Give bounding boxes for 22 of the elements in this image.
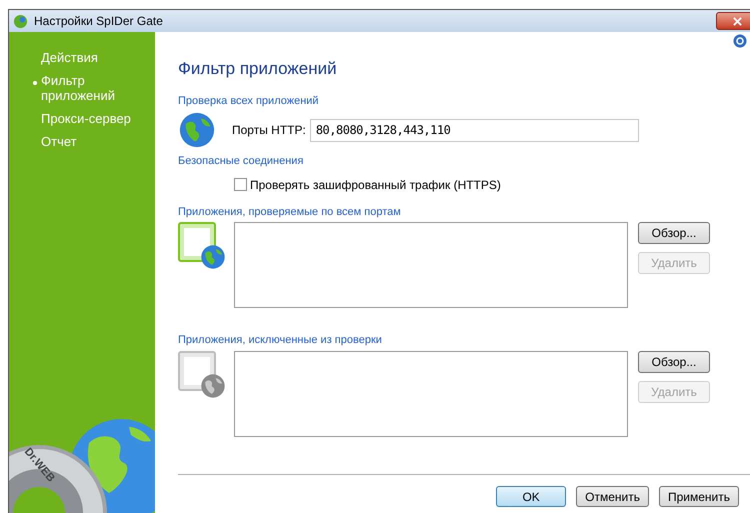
- application-list[interactable]: [234, 350, 628, 436]
- checkbox-label[interactable]: Проверять зашифрованный трафик (HTTPS): [250, 176, 501, 194]
- application-list[interactable]: [234, 222, 628, 308]
- close-icon: [732, 16, 742, 26]
- ports-label: Порты HTTP:: [232, 122, 306, 139]
- dialog-button[interactable]: Обзор...: [638, 350, 710, 372]
- window-title: Настройки SpIDer Gate: [34, 13, 163, 30]
- section-heading: Проверка всех приложений: [178, 94, 320, 108]
- checkbox[interactable]: [234, 178, 247, 191]
- dialog-button[interactable]: Обзор...: [638, 222, 710, 244]
- page-title: Фильтр приложений: [178, 58, 338, 80]
- section-heading: Приложения, исключенные из проверки: [178, 333, 383, 348]
- section-heading: Безопасные соединения: [178, 154, 304, 169]
- close-button[interactable]: [716, 12, 750, 30]
- dialog-button[interactable]: Отменить: [576, 486, 649, 507]
- globe-icon: [200, 244, 226, 270]
- dialog-button[interactable]: Применить: [658, 486, 739, 507]
- app-icon: [13, 14, 28, 28]
- globe-icon: [178, 111, 216, 149]
- dialog-button[interactable]: OK: [496, 486, 566, 507]
- ports-input-field[interactable]: 80,8080,3128,443,110: [310, 118, 639, 142]
- section-heading: Приложения, проверяемые по всем портам: [178, 204, 402, 220]
